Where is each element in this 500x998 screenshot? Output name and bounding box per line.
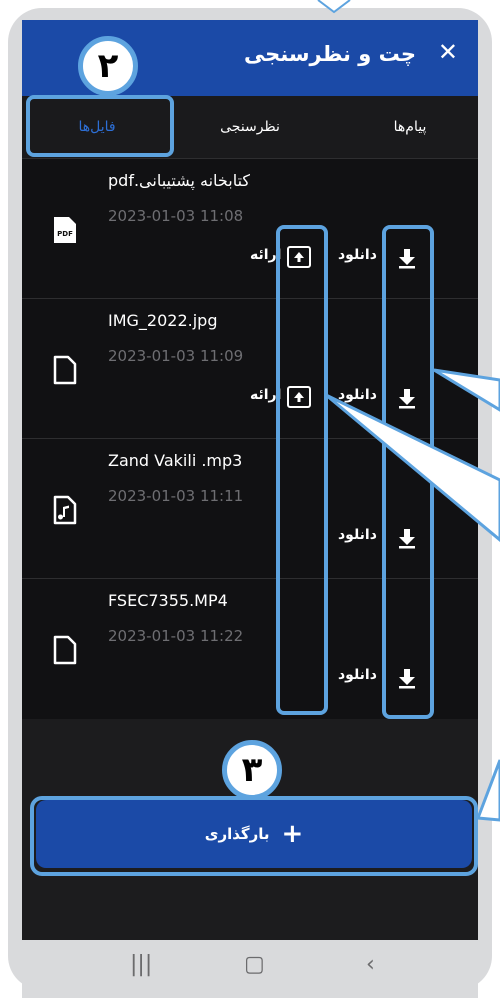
file-name: Zand Vakili .mp3 [108,451,243,470]
audio-file-icon [53,495,77,525]
file-date: 2023-01-03 11:11 [108,487,244,505]
download-label: دانلود [338,527,377,543]
file-date: 2023-01-03 11:22 [108,627,244,645]
tab-polls[interactable]: نظرسنجی [190,96,310,158]
annotation-badge-3: ۳ [222,740,282,800]
pdf-file-icon: PDF [54,217,76,243]
page-title: چت و نظرسنجی [243,42,416,66]
file-date: 2023-01-03 11:09 [108,347,244,365]
highlight-present-column [276,225,328,715]
highlight-upload-button [30,796,478,876]
file-icon [53,355,77,385]
close-icon[interactable]: ✕ [438,40,458,64]
back-icon[interactable]: ‹ [366,952,375,977]
download-label: دانلود [338,247,377,263]
recent-apps-icon[interactable]: ||| [130,952,152,977]
download-label: دانلود [338,667,377,683]
download-label: دانلود [338,387,377,403]
system-nav-bar: ||| ▢ ‹ [22,940,478,998]
tab-messages[interactable]: پیام‌ها [350,96,470,158]
file-name: IMG_2022.jpg [108,311,218,330]
svg-text:PDF: PDF [57,230,73,238]
highlight-download-column [382,225,434,719]
annotation-badge-2: ۲ [78,36,138,96]
file-icon [53,635,77,665]
file-date: 2023-01-03 11:08 [108,207,244,225]
home-icon[interactable]: ▢ [244,952,265,977]
file-name: کتابخانه پشتیبانی.pdf [108,171,251,190]
file-name: FSEC7355.MP4 [108,591,228,610]
highlight-files-tab [26,95,174,157]
